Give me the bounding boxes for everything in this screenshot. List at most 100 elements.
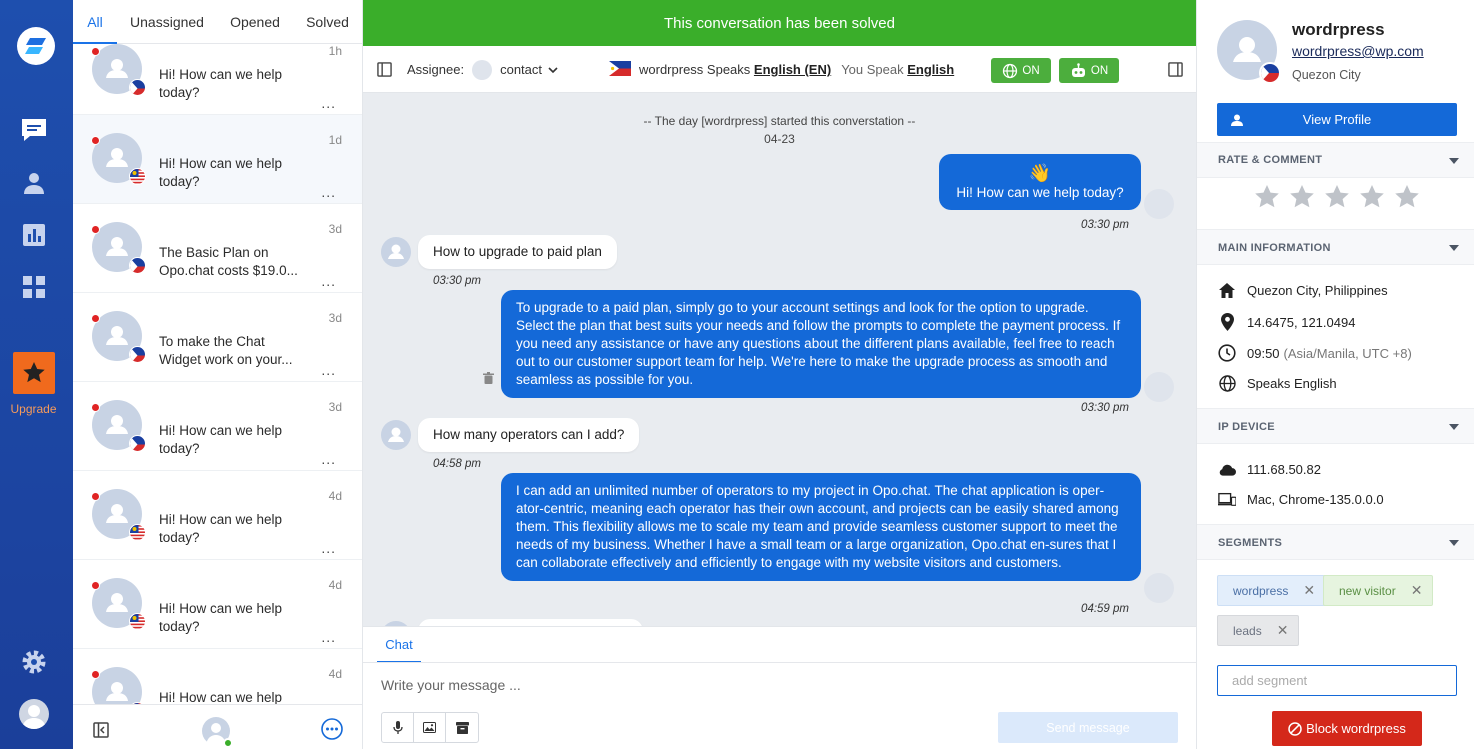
star-icon[interactable] — [1360, 185, 1384, 211]
block-icon — [1288, 721, 1302, 736]
star-icon[interactable] — [1325, 185, 1349, 211]
more-icon[interactable]: ... — [321, 452, 336, 466]
upgrade-label[interactable]: Upgrade — [0, 402, 67, 416]
visitor-name: wordrpress — [639, 62, 704, 77]
info-local-time: 09:50 (Asia/Manila, UTC +8) — [1218, 343, 1412, 363]
visitor-message: How to upgrade to paid plan — [418, 235, 617, 269]
conversation-item[interactable]: 4dHi! How can we help today?... — [73, 649, 362, 704]
chevron-down-icon — [1449, 424, 1459, 430]
app-logo[interactable] — [17, 27, 55, 65]
section-main-information[interactable]: MAIN INFORMATION — [1197, 229, 1474, 265]
profile-panel: wordrpress wordrpress@wp.com Quezon City… — [1196, 0, 1474, 749]
list-footer — [73, 704, 362, 749]
send-message-button[interactable]: Send message — [998, 712, 1178, 743]
toggle-profile-panel-icon[interactable] — [1168, 46, 1183, 93]
chat-icon[interactable] — [18, 114, 50, 146]
visitor-email[interactable]: wordrpress@wp.com — [1292, 43, 1424, 59]
your-language-link[interactable]: English — [907, 62, 954, 77]
conversation-item[interactable]: 1d Hi! How can we help today?... — [73, 115, 362, 204]
section-title: MAIN INFORMATION — [1218, 242, 1331, 254]
more-icon[interactable]: ... — [321, 363, 336, 377]
tab-unassigned[interactable]: Unassigned — [117, 0, 217, 44]
conversation-item[interactable]: 4dHi! How can we help today?... — [73, 471, 362, 560]
conversation-preview: To make the Chat Widget work on your... — [159, 334, 293, 367]
unread-indicator — [91, 225, 100, 234]
conversation-items: 1h Hi! How can we help today?... 1d Hi! How… — [73, 26, 362, 704]
conversation-item[interactable]: 3d The Basic Plan on Opo.chat costs $19.0… — [73, 204, 362, 293]
remove-segment-icon[interactable]: ✕ — [1303, 582, 1315, 599]
integrations-icon[interactable] — [18, 271, 50, 303]
section-ip-device[interactable]: IP DEVICE — [1197, 408, 1474, 444]
conversation-item[interactable]: 3d To make the Chat Widget work on your..… — [73, 293, 362, 382]
more-icon[interactable]: ... — [321, 185, 336, 199]
view-profile-label: View Profile — [1302, 112, 1372, 127]
section-title: IP DEVICE — [1218, 421, 1275, 433]
conversation-item[interactable]: 3d Hi! How can we help today?... — [73, 382, 362, 471]
globe-icon — [1218, 374, 1236, 392]
remove-segment-icon[interactable]: ✕ — [1277, 622, 1289, 639]
tab-opened[interactable]: Opened — [217, 0, 293, 44]
remove-segment-icon[interactable]: ✕ — [1411, 582, 1423, 599]
microphone-icon[interactable] — [382, 713, 414, 742]
reports-icon[interactable] — [18, 219, 50, 251]
contacts-icon[interactable] — [18, 167, 50, 199]
visitor-avatar — [381, 237, 411, 267]
coordinates-text: 14.6475, 121.0494 — [1247, 314, 1356, 330]
chevron-down-icon — [1449, 245, 1459, 251]
message-text: Hi! How can we help today? — [956, 185, 1124, 200]
message-input[interactable] — [381, 677, 981, 693]
info-coordinates: 14.6475, 121.0494 — [1218, 312, 1355, 332]
section-segments[interactable]: SEGMENTS — [1197, 524, 1474, 560]
archive-icon[interactable] — [446, 713, 478, 742]
bot-toggle[interactable]: ON — [1059, 58, 1119, 83]
tab-solved[interactable]: Solved — [293, 0, 362, 44]
star-icon — [23, 362, 45, 383]
tab-chat[interactable]: Chat — [377, 627, 421, 663]
info-language: Speaks English — [1218, 373, 1337, 393]
collapse-panel-icon[interactable] — [93, 722, 109, 741]
conversation-time: 4d — [328, 667, 342, 681]
visitor-language-link[interactable]: English (EN) — [754, 62, 831, 77]
assignee-value: contact — [500, 62, 543, 77]
conversation-time: 3d — [328, 400, 342, 414]
operator-message: To upgrade to a paid plan, simply go to … — [501, 290, 1141, 398]
philippines-flag-icon — [129, 79, 146, 96]
chat-history[interactable]: -- The day [wordrpress] started this con… — [363, 93, 1196, 626]
star-icon[interactable] — [1395, 185, 1419, 211]
unread-indicator — [91, 136, 100, 145]
add-segment-input[interactable] — [1217, 665, 1457, 696]
more-icon[interactable]: ... — [321, 96, 336, 110]
more-options-icon[interactable] — [321, 718, 343, 743]
info-location: Quezon City, Philippines — [1218, 280, 1388, 300]
more-icon[interactable]: ... — [321, 630, 336, 644]
conversation-list: All Unassigned Opened Solved 1h Hi! How c… — [73, 0, 363, 749]
view-profile-button[interactable]: View Profile — [1217, 103, 1457, 136]
delete-message-icon[interactable] — [483, 372, 494, 387]
block-visitor-button[interactable]: Block wordrpress — [1272, 711, 1422, 746]
conversation-preview: Hi! How can we help today? — [159, 512, 283, 545]
globe-icon — [1003, 63, 1018, 78]
message-time: 04:59 pm — [1081, 603, 1129, 615]
translate-toggle[interactable]: ON — [991, 58, 1051, 83]
upgrade-button[interactable] — [13, 352, 55, 394]
toggle-sidebar-icon[interactable] — [377, 46, 392, 93]
image-icon[interactable] — [414, 713, 446, 742]
assignee-label: Assignee: — [407, 62, 465, 77]
map-pin-icon — [1218, 313, 1236, 331]
more-icon[interactable]: ... — [321, 274, 336, 288]
segment-label: new visitor — [1339, 583, 1396, 598]
more-icon[interactable]: ... — [321, 541, 336, 555]
operator-avatar[interactable] — [202, 717, 233, 748]
section-rate-comment[interactable]: RATE & COMMENT — [1197, 142, 1474, 178]
philippines-flag-icon — [129, 346, 146, 363]
conversation-item[interactable]: 4dHi! How can we help today?... — [73, 560, 362, 649]
visitor-message: How many operators can I add? — [418, 418, 640, 452]
unread-indicator — [91, 581, 100, 590]
star-icon[interactable] — [1255, 185, 1279, 211]
star-icon[interactable] — [1290, 185, 1314, 211]
my-avatar[interactable] — [19, 699, 49, 729]
ip-text: 111.68.50.82 — [1247, 461, 1321, 477]
settings-icon[interactable] — [18, 646, 50, 678]
assignee-selector[interactable]: Assignee: contact — [407, 46, 558, 93]
tab-all[interactable]: All — [73, 0, 117, 44]
